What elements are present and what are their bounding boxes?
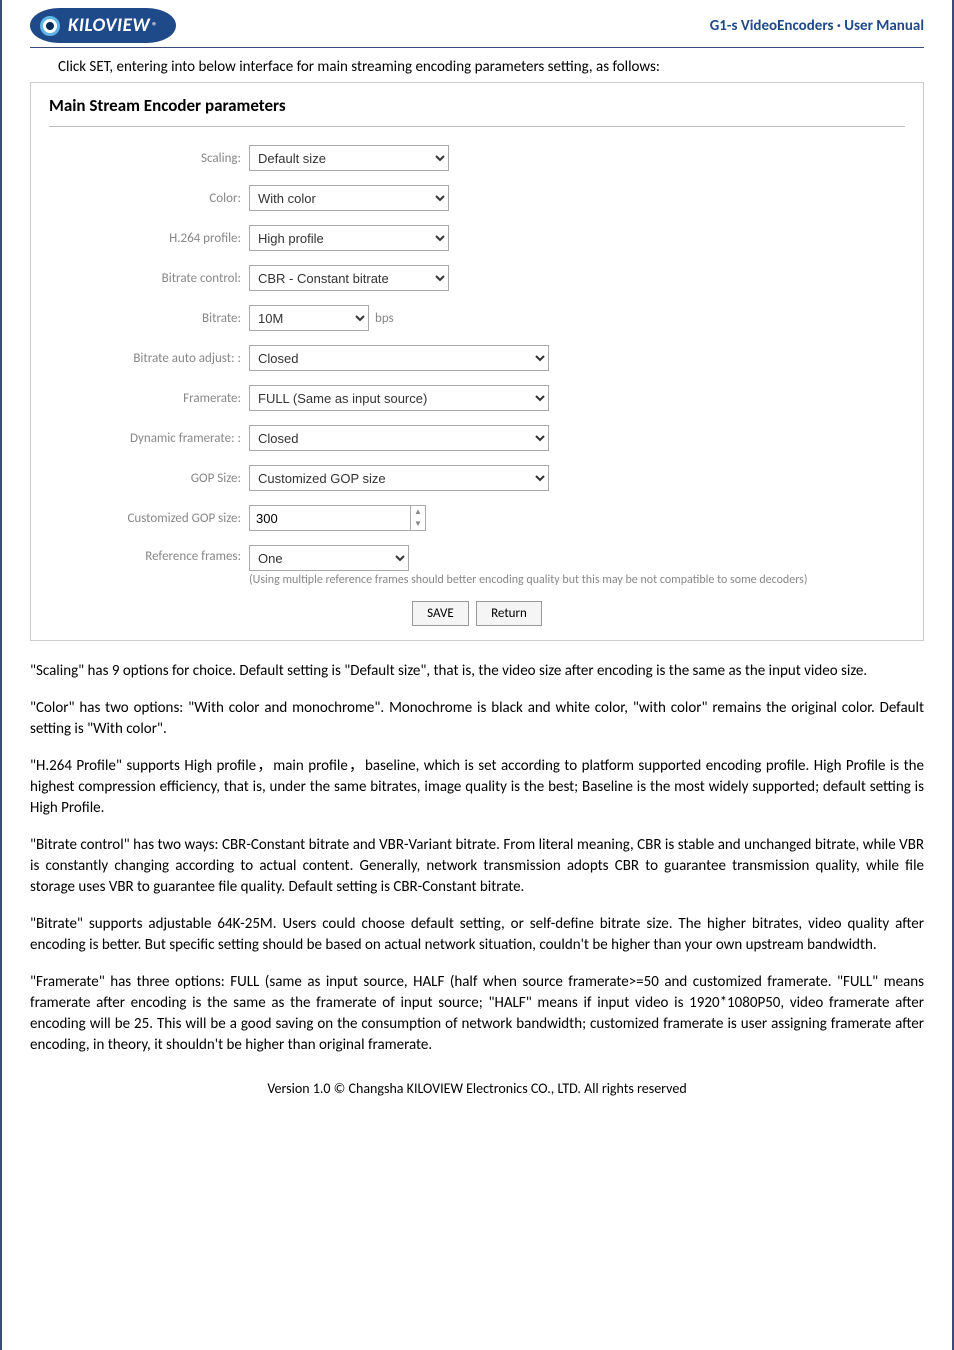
row-h264-profile: H.264 profile: High profile	[49, 225, 905, 251]
encoder-parameters-panel: Main Stream Encoder parameters Scaling: …	[30, 82, 924, 641]
logo: KILOVIEW®	[30, 8, 176, 43]
button-row: SAVE Return	[49, 601, 905, 626]
panel-title: Main Stream Encoder parameters	[49, 95, 905, 127]
label-scaling: Scaling:	[49, 151, 249, 166]
row-dynamic-framerate: Dynamic framerate: : Closed	[49, 425, 905, 451]
row-reference-frames: Reference frames: One (Using multiple re…	[49, 545, 905, 587]
select-color[interactable]: With color	[249, 185, 449, 211]
label-reference-frames: Reference frames:	[49, 545, 249, 564]
spinner-up-icon[interactable]: ▲	[411, 506, 425, 518]
select-framerate[interactable]: FULL (Same as input source)	[249, 385, 549, 411]
paragraph-framerate: "Framerate" has three options: FULL (sam…	[30, 972, 924, 1056]
page-header: KILOVIEW® G1-s VideoEncoders · User Manu…	[30, 0, 924, 48]
label-bitrate-auto-adjust: Bitrate auto adjust: :	[49, 351, 249, 366]
spinner-down-icon[interactable]: ▼	[411, 518, 425, 530]
select-bitrate[interactable]: 10M	[249, 305, 369, 331]
paragraph-color: "Color" has two options: "With color and…	[30, 698, 924, 740]
return-button[interactable]: Return	[476, 601, 542, 626]
row-custom-gop: Customized GOP size: ▲ ▼	[49, 505, 905, 531]
save-button[interactable]: SAVE	[412, 601, 469, 626]
paragraph-h264-profile: "H.264 Profile" supports High profile，ma…	[30, 756, 924, 819]
label-h264-profile: H.264 profile:	[49, 231, 249, 246]
logo-text: KILOVIEW	[68, 14, 150, 37]
select-gop-size[interactable]: Customized GOP size	[249, 465, 549, 491]
row-bitrate-control: Bitrate control: CBR - Constant bitrate	[49, 265, 905, 291]
paragraph-bitrate-control: "Bitrate control" has two ways: CBR-Cons…	[30, 835, 924, 898]
paragraph-scaling: "Scaling" has 9 options for choice. Defa…	[30, 661, 924, 682]
paragraph-bitrate: "Bitrate" supports adjustable 64K-25M. U…	[30, 914, 924, 956]
row-gop-size: GOP Size: Customized GOP size	[49, 465, 905, 491]
select-bitrate-control[interactable]: CBR - Constant bitrate	[249, 265, 449, 291]
select-reference-frames[interactable]: One	[249, 545, 409, 571]
row-bitrate-auto-adjust: Bitrate auto adjust: : Closed	[49, 345, 905, 371]
select-h264-profile[interactable]: High profile	[249, 225, 449, 251]
label-bitrate: Bitrate:	[49, 311, 249, 326]
logo-registered: ®	[152, 19, 158, 32]
reference-frames-note: (Using multiple reference frames should …	[249, 573, 905, 587]
spinner-custom-gop[interactable]: ▲ ▼	[249, 505, 426, 531]
row-bitrate: Bitrate: 10M bps	[49, 305, 905, 331]
row-scaling: Scaling: Default size	[49, 145, 905, 171]
select-dynamic-framerate[interactable]: Closed	[249, 425, 549, 451]
label-color: Color:	[49, 191, 249, 206]
label-gop-size: GOP Size:	[49, 471, 249, 486]
logo-icon	[40, 16, 60, 36]
label-dynamic-framerate: Dynamic framerate: :	[49, 431, 249, 446]
label-custom-gop: Customized GOP size:	[49, 511, 249, 526]
label-bitrate-control: Bitrate control:	[49, 271, 249, 286]
select-bitrate-auto-adjust[interactable]: Closed	[249, 345, 549, 371]
label-framerate: Framerate:	[49, 391, 249, 406]
row-framerate: Framerate: FULL (Same as input source)	[49, 385, 905, 411]
row-color: Color: With color	[49, 185, 905, 211]
page-footer: Version 1.0 © Changsha KILOVIEW Electron…	[30, 1080, 924, 1097]
document-title: G1-s VideoEncoders · User Manual	[710, 17, 924, 35]
bitrate-unit: bps	[375, 311, 394, 326]
select-scaling[interactable]: Default size	[249, 145, 449, 171]
input-custom-gop[interactable]	[250, 506, 410, 530]
spinner-buttons[interactable]: ▲ ▼	[410, 506, 425, 530]
intro-text: Click SET, entering into below interface…	[58, 58, 924, 76]
